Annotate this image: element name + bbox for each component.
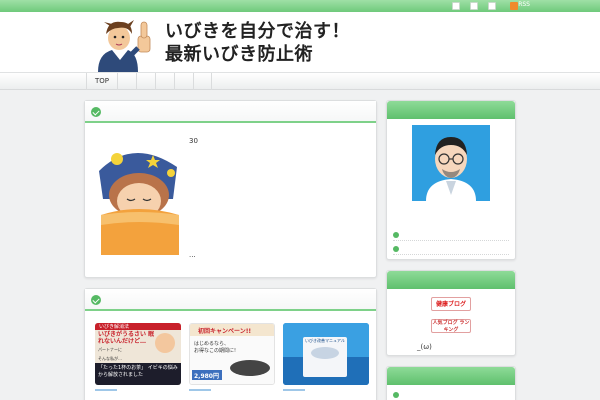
thumbnail-2-sub1: はじめるなら、 (194, 341, 230, 347)
bullet-icon (393, 392, 399, 398)
ranking-widget: 健康ブログ 人気ブログ ランキング _(ω) (386, 270, 516, 356)
thumbnail-1-top-label: いびき解消法 (99, 324, 130, 330)
site-header: いびきを自分で治す！ 最新いびき防止術 (0, 12, 600, 72)
nav-item-4[interactable] (155, 73, 174, 90)
sidebar-widget-3-link[interactable] (393, 389, 509, 400)
profile-avatar[interactable] (412, 125, 490, 201)
nav-item-top[interactable]: TOP (86, 73, 117, 90)
nav-item-3[interactable] (136, 73, 155, 90)
ranking-widget-header (387, 271, 515, 289)
check-circle-icon (91, 107, 101, 117)
product-thumbnail-2[interactable]: 初回キャンペーン!! はじめるなら、 お得なこの期間に! 2,980円 (189, 323, 275, 385)
nav-item-6[interactable] (193, 73, 213, 90)
profile-link-1[interactable] (393, 229, 509, 241)
bullet-icon (393, 232, 399, 238)
mascot-thumbs-up-image[interactable] (88, 14, 160, 72)
thumbnail-2-caption[interactable] (189, 389, 211, 391)
sidebar-widget-3 (386, 366, 516, 400)
site-title-line-2[interactable]: 最新いびき防止術 (165, 43, 350, 66)
user-icon[interactable] (452, 2, 460, 10)
panel-header (85, 101, 376, 123)
profile-widget (386, 100, 516, 260)
page-icon[interactable] (470, 2, 478, 10)
top-bar: RSS (0, 0, 600, 12)
product-thumbnail-1[interactable]: いびき解消法 いびきがうるさい 眠れないんだけど… パートナーに そんな私が… … (95, 323, 181, 385)
article-text: 30 (189, 137, 198, 145)
thumbnail-1-bottom: 「たった1杯のお茶」 イビキの悩みから解放されました (98, 365, 178, 378)
site-title[interactable]: いびきを自分で治す！ 最新いびき防止術 (165, 20, 350, 66)
thumbnail-3-image (283, 323, 369, 385)
products-panel: いびき解消法 いびきがうるさい 眠れないんだけど… パートナーに そんな私が… … (84, 288, 377, 400)
global-nav: TOP (0, 72, 600, 90)
health-blog-badge[interactable]: 健康ブログ (431, 297, 471, 311)
thumbnail-2-headline: 初回キャンペーン!! (198, 328, 252, 335)
nav-item-5[interactable] (174, 73, 193, 90)
rss-icon[interactable] (510, 2, 518, 10)
thumbnail-2-price: 2,980円 (194, 373, 219, 380)
thumbnail-1-caption[interactable] (95, 389, 117, 391)
product-thumbnail-3[interactable]: いびき改善マニュアル (283, 323, 369, 385)
bullet-icon (393, 246, 399, 252)
thumbnail-1-headline: いびきがうるさい 眠れないんだけど… (98, 331, 155, 345)
main-article-panel: 30 ... (84, 100, 377, 278)
profile-link-2[interactable] (393, 243, 509, 255)
read-more-ellipsis[interactable]: ... (189, 251, 196, 259)
emoticon-text: _(ω) (417, 343, 432, 351)
nav-item-2[interactable] (117, 73, 136, 90)
thumbnail-2-sub2: お得なこの期間に! (194, 348, 237, 354)
rss-label[interactable]: RSS (518, 1, 530, 8)
sleeping-child-illustration[interactable] (93, 137, 183, 255)
sidebar-widget-3-header (387, 367, 515, 385)
panel-header-2 (85, 289, 376, 311)
thumbnail-1-sub2: そんな私が… (98, 356, 122, 361)
check-circle-icon (91, 295, 101, 305)
profile-widget-header (387, 101, 515, 119)
thumbnail-1-sub1: パートナーに (98, 347, 122, 352)
ranking-blog-badge[interactable]: 人気ブログ ランキング (431, 319, 471, 333)
thumbnail-3-top-label: いびき改善マニュアル (305, 338, 345, 343)
mail-icon[interactable] (488, 2, 496, 10)
thumbnail-3-caption[interactable] (283, 389, 305, 391)
site-title-line-1[interactable]: いびきを自分で治す！ (165, 20, 350, 43)
